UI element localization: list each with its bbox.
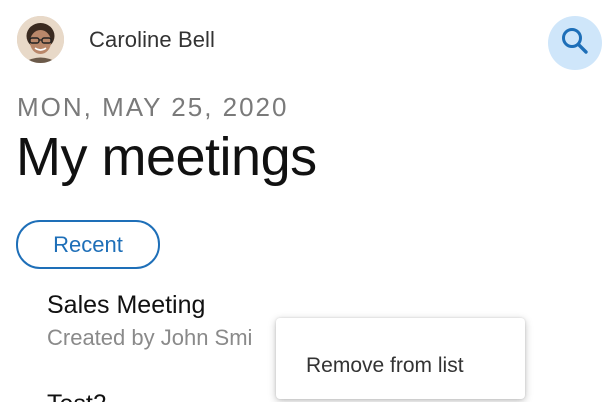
context-menu: Remove from list	[276, 318, 525, 399]
list-item[interactable]: Test2	[47, 390, 107, 402]
search-button[interactable]	[548, 16, 602, 70]
meeting-title: Test2	[47, 390, 107, 402]
app-screen: Caroline Bell MON, MAY 25, 2020 My meeti…	[0, 0, 609, 402]
page-title: My meetings	[16, 127, 317, 187]
user-name: Caroline Bell	[89, 27, 216, 52]
meeting-creator: Created by John Smi	[47, 325, 253, 350]
search-icon	[560, 26, 590, 61]
date-label: MON, MAY 25, 2020	[17, 92, 289, 122]
list-item[interactable]: Sales Meeting Created by John Smi	[47, 291, 252, 351]
tab-recent[interactable]: Recent	[16, 220, 160, 269]
meeting-title: Sales Meeting	[47, 291, 206, 319]
remove-from-list-menu-item[interactable]: Remove from list	[306, 354, 464, 378]
avatar[interactable]	[17, 16, 64, 63]
